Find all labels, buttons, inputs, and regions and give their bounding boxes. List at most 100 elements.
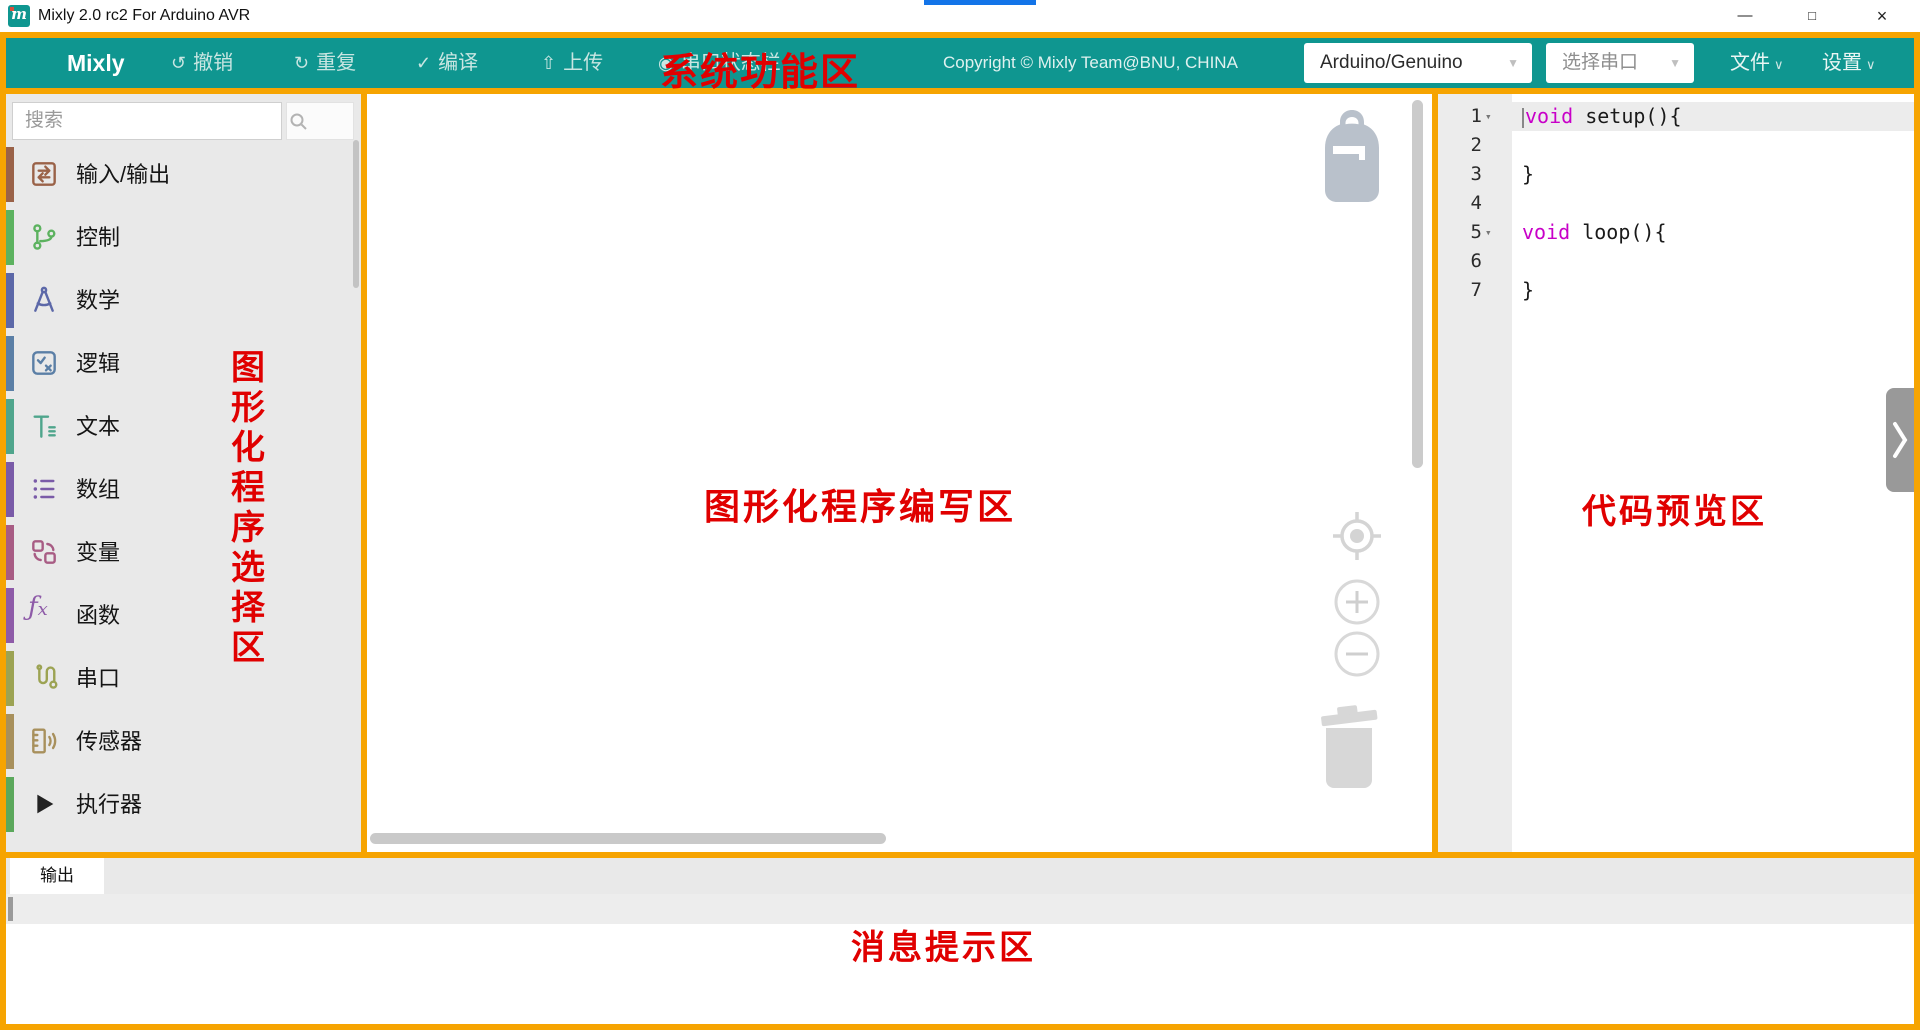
redo-icon: ↻ — [294, 53, 309, 73]
title-bar: m Mixly 2.0 rc2 For Arduino AVR — □ × — [0, 0, 1920, 32]
file-menu[interactable]: 文件∨ — [1730, 38, 1784, 90]
category-color-bar — [6, 651, 14, 706]
chevron-down-icon: ∨ — [1866, 57, 1876, 72]
input-output-icon — [28, 158, 60, 190]
logic-icon — [28, 347, 60, 379]
sidebar-item-function[interactable]: ƒx 函数 — [6, 584, 361, 647]
sidebar-item-actuator[interactable]: 执行器 — [6, 773, 361, 836]
variable-icon — [28, 536, 60, 568]
category-color-bar — [6, 588, 14, 643]
math-icon — [28, 284, 60, 316]
category-color-bar — [6, 210, 14, 265]
brand-menu[interactable]: Mixly — [67, 38, 125, 88]
port-select-value: 选择串口 — [1562, 43, 1638, 83]
code-line: 3} — [1438, 160, 1914, 189]
text-icon — [28, 410, 60, 442]
sidebar-item-variable[interactable]: 变量 — [6, 521, 361, 584]
sidebar-item-math[interactable]: 数学 — [6, 269, 361, 332]
redo-button[interactable]: ↻重复 — [294, 38, 356, 88]
code-line: 5▾void loop(){ — [1438, 218, 1914, 247]
code-line: 7} — [1438, 276, 1914, 305]
top-blue-bar — [924, 0, 1036, 5]
fold-arrow-icon[interactable]: ▾ — [1482, 218, 1512, 247]
category-color-bar — [6, 399, 14, 454]
main-toolbar: Mixly ↺撤销 ↻重复 ✓编译 ⇧上传 ◉串口状态栏 Copyright ©… — [6, 38, 1914, 88]
minus-icon — [1332, 629, 1382, 679]
minimize-button[interactable]: — — [1722, 0, 1768, 32]
settings-menu[interactable]: 设置∨ — [1822, 38, 1876, 90]
center-focus-icon — [1329, 508, 1385, 564]
zoom-out-button[interactable] — [1332, 629, 1382, 679]
center-blocks-button[interactable] — [1329, 508, 1385, 564]
search-icon — [287, 110, 311, 134]
compile-icon: ✓ — [416, 53, 431, 73]
output-tab-bar: 输出 — [6, 858, 1914, 894]
category-color-bar — [6, 714, 14, 769]
category-color-bar — [6, 462, 14, 517]
close-button[interactable]: × — [1859, 0, 1905, 32]
tab-output[interactable]: 输出 — [10, 858, 104, 894]
annotation-block-selection-area: 图形化程序选择区 — [226, 348, 270, 668]
search-button[interactable] — [286, 102, 354, 140]
category-color-bar — [6, 147, 14, 202]
search-input[interactable] — [12, 102, 282, 140]
chevron-down-icon: ▼ — [1507, 43, 1519, 83]
port-select[interactable]: 选择串口 ▼ — [1546, 43, 1694, 83]
function-icon: ƒx — [28, 592, 60, 624]
category-color-bar — [6, 525, 14, 580]
code-line: 1▾void setup(){ — [1438, 102, 1914, 131]
sidebar-item-array[interactable]: 数组 — [6, 458, 361, 521]
category-color-bar — [6, 777, 14, 832]
zoom-in-button[interactable] — [1332, 577, 1382, 627]
mixly-window: m Mixly 2.0 rc2 For Arduino AVR — □ × Mi… — [0, 0, 1920, 1030]
workspace-vertical-scrollbar[interactable] — [1412, 100, 1423, 468]
region-border-canvas-code — [1432, 94, 1438, 852]
window-title: Mixly 2.0 rc2 For Arduino AVR — [38, 7, 250, 25]
block-category-sidebar: 输入/输出 控制 数学 — [6, 94, 361, 852]
undo-button[interactable]: ↺撤销 — [171, 38, 233, 88]
sensor-icon — [28, 725, 60, 757]
sidebar-item-sensor[interactable]: 传感器 — [6, 710, 361, 773]
sidebar-item-control[interactable]: 控制 — [6, 206, 361, 269]
board-select[interactable]: Arduino/Genuino ▼ — [1304, 43, 1532, 83]
region-border-sidebar-canvas — [361, 94, 367, 852]
region-border-left — [0, 32, 6, 1030]
code-line: 6 — [1438, 247, 1914, 276]
category-color-bar — [6, 273, 14, 328]
plus-icon — [1332, 577, 1382, 627]
annotation-message-area: 消息提示区 — [851, 920, 1036, 969]
region-border-bottom — [0, 1024, 1920, 1030]
undo-icon: ↺ — [171, 53, 186, 73]
region-border-above-output — [0, 852, 1920, 858]
region-border-below-toolbar — [0, 88, 1920, 94]
chevron-down-icon: ▼ — [1669, 43, 1681, 83]
copyright-text: Copyright © Mixly Team@BNU, CHINA — [943, 38, 1238, 88]
category-color-bar — [6, 336, 14, 391]
maximize-button[interactable]: □ — [1789, 0, 1835, 32]
message-cursor — [8, 897, 13, 921]
app-logo-icon: m — [8, 5, 30, 27]
sidebar-item-input-output[interactable]: 输入/输出 — [6, 143, 361, 206]
block-workspace[interactable] — [366, 94, 1432, 852]
board-select-value: Arduino/Genuino — [1320, 43, 1463, 83]
code-editor[interactable]: 1▾void setup(){ 2 3} 4 5▾void loop(){ 6 … — [1438, 102, 1914, 305]
workspace-horizontal-scrollbar[interactable] — [370, 833, 886, 844]
code-preview-panel: 1▾void setup(){ 2 3} 4 5▾void loop(){ 6 … — [1438, 94, 1914, 852]
code-line: 4 — [1438, 189, 1914, 218]
text-cursor — [1522, 108, 1524, 128]
trash-icon[interactable] — [1316, 702, 1382, 798]
actuator-icon — [28, 788, 60, 820]
side-panel-toggle[interactable] — [1886, 388, 1914, 492]
annotation-system-function-area: 系统功能区 — [660, 41, 860, 96]
sidebar-item-logic[interactable]: 逻辑 — [6, 332, 361, 395]
sidebar-item-text[interactable]: 文本 — [6, 395, 361, 458]
annotation-code-preview-area: 代码预览区 — [1582, 484, 1767, 533]
annotation-block-editing-area: 图形化程序编写区 — [704, 478, 1016, 530]
sidebar-item-serial[interactable]: 串口 — [6, 647, 361, 710]
serial-icon — [28, 662, 60, 694]
fold-arrow-icon[interactable]: ▾ — [1482, 102, 1512, 131]
control-icon — [28, 221, 60, 253]
upload-button[interactable]: ⇧上传 — [541, 38, 603, 88]
backpack-icon[interactable] — [1319, 108, 1385, 204]
compile-button[interactable]: ✓编译 — [416, 38, 478, 88]
